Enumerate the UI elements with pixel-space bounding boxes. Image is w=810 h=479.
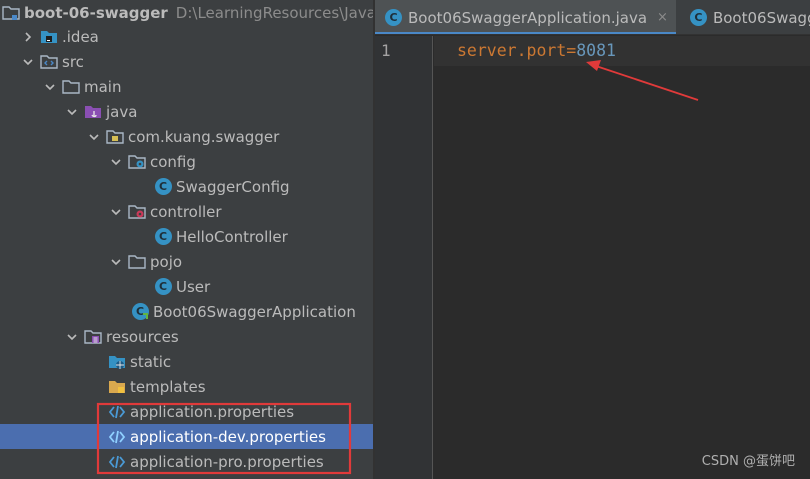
tree-item-project-root[interactable]: boot-06-swagger D:\LearningResources\Jav… (0, 0, 373, 25)
properties-file-icon (108, 428, 126, 446)
tree-item-label: templates (130, 377, 206, 396)
tree-item-application[interactable]: C Boot06SwaggerApplication (0, 299, 373, 324)
line-number: 1 (381, 41, 391, 60)
tree-item-application-dev-properties[interactable]: application-dev.properties (0, 424, 373, 449)
tree-item-pojo[interactable]: pojo (0, 249, 373, 274)
tree-item-hello-controller[interactable]: C HelloController (0, 224, 373, 249)
properties-file-icon (108, 453, 126, 471)
tree-item-static[interactable]: static (0, 349, 373, 374)
tree-item-label: User (176, 277, 211, 296)
tree-item-label: resources (106, 327, 179, 346)
folder-icon (40, 28, 58, 46)
watermark: CSDN @蛋饼吧 (701, 454, 795, 469)
code-line[interactable]: server.port=8081 (457, 41, 616, 60)
templates-folder-icon (108, 378, 126, 396)
chevron-down-icon[interactable] (86, 129, 102, 145)
controller-package-icon (128, 203, 146, 221)
tab-boot06-swagger-second[interactable]: C Boot06Swagge (676, 0, 810, 34)
chevron-down-icon[interactable] (64, 104, 80, 120)
spring-boot-class-icon: C (131, 303, 149, 321)
chevron-down-icon[interactable] (42, 79, 58, 95)
source-folder-icon (40, 53, 58, 71)
tree-item-src[interactable]: src (0, 49, 373, 74)
project-name: boot-06-swagger (24, 3, 168, 22)
class-icon: C (154, 228, 172, 246)
class-icon: C (154, 278, 172, 296)
package-icon (106, 128, 124, 146)
tree-item-resources[interactable]: resources (0, 324, 373, 349)
tree-item-java[interactable]: java (0, 99, 373, 124)
tree-item-label: Boot06SwaggerApplication (153, 302, 356, 321)
tree-item-label: SwaggerConfig (176, 177, 290, 196)
chevron-right-icon[interactable] (20, 29, 36, 45)
tree-item-templates[interactable]: templates (0, 374, 373, 399)
property-equals: = (566, 41, 577, 60)
line-number-gutter: 1 (375, 36, 433, 479)
tab-boot06-swagger-application[interactable]: C Boot06SwaggerApplication.java × (375, 0, 676, 34)
tree-item-main[interactable]: main (0, 74, 373, 99)
tree-item-config[interactable]: config (0, 149, 373, 174)
folder-icon (62, 78, 80, 96)
tree-item-package[interactable]: com.kuang.swagger (0, 124, 373, 149)
project-path: D:\LearningResources\Java (175, 3, 373, 22)
tree-item-label: java (106, 102, 138, 121)
tree-item-swagger-config[interactable]: C SwaggerConfig (0, 174, 373, 199)
editor-panel: C Boot06SwaggerApplication.java × C Boot… (375, 0, 810, 479)
tree-item-label: .idea (62, 27, 99, 46)
tree-item-label: HelloController (176, 227, 288, 246)
tree-item-label: application-pro.properties (130, 452, 324, 471)
spring-boot-class-icon: C (689, 9, 707, 26)
java-source-root-icon (84, 103, 102, 121)
tree-item-label: config (150, 152, 196, 171)
tree-item-label: pojo (150, 252, 183, 271)
spring-boot-class-icon: C (385, 9, 402, 26)
tree-item-label: main (84, 77, 122, 96)
web-folder-icon (108, 353, 126, 371)
class-icon: C (154, 178, 172, 196)
folder-icon (128, 253, 146, 271)
close-icon[interactable]: × (657, 10, 668, 25)
property-key: server.port (457, 41, 567, 60)
tree-item-label: controller (150, 202, 222, 221)
chevron-down-icon[interactable] (20, 54, 36, 70)
tab-label: Boot06Swagge (712, 8, 810, 27)
tree-item-idea[interactable]: .idea (0, 24, 373, 49)
tree-item-application-pro-properties[interactable]: application-pro.properties (0, 449, 373, 474)
tree-item-label: static (130, 352, 172, 371)
tree-item-label: application-dev.properties (130, 427, 326, 446)
chevron-down-icon[interactable] (108, 154, 124, 170)
resources-root-icon (84, 328, 102, 346)
tree-item-label: src (62, 52, 84, 71)
tree-item-application-properties[interactable]: application.properties (0, 399, 373, 424)
tree-item-controller[interactable]: controller (0, 199, 373, 224)
properties-file-icon (108, 403, 126, 421)
editor-tab-bar: C Boot06SwaggerApplication.java × C Boot… (375, 0, 810, 35)
chevron-down-icon[interactable] (108, 204, 124, 220)
project-tree: boot-06-swagger D:\LearningResources\Jav… (0, 0, 373, 479)
tree-item-label: application.properties (130, 402, 295, 421)
module-folder-icon (2, 4, 20, 22)
chevron-down-icon[interactable] (108, 254, 124, 270)
config-package-icon (128, 153, 146, 171)
property-value: 8081 (576, 41, 616, 60)
tree-item-user[interactable]: C User (0, 274, 373, 299)
chevron-down-icon[interactable] (64, 329, 80, 345)
tree-item-label: com.kuang.swagger (128, 127, 280, 146)
tab-label: Boot06SwaggerApplication.java (408, 8, 648, 27)
